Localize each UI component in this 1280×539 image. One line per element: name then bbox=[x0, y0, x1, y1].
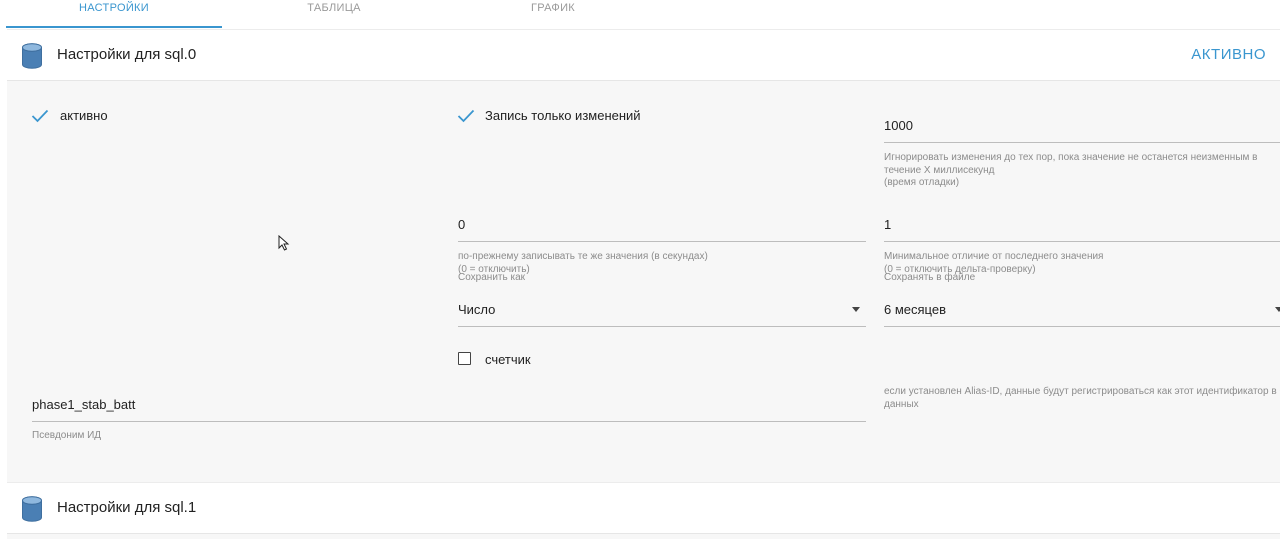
counter-checkbox[interactable] bbox=[458, 352, 471, 365]
storage-value: 6 месяцев bbox=[884, 302, 946, 317]
database-icon bbox=[22, 43, 42, 69]
retention-same-input[interactable]: 0 bbox=[458, 207, 866, 242]
checkmark-icon[interactable] bbox=[31, 109, 49, 123]
alias-label: Псевдоним ИД bbox=[32, 430, 102, 441]
tab-chart[interactable]: ГРАФИК bbox=[445, 0, 661, 26]
retention-same-value: 0 bbox=[458, 217, 466, 232]
debounce-input[interactable]: 1000 bbox=[884, 108, 1280, 143]
enabled-label[interactable]: активно bbox=[60, 108, 108, 123]
min-diff-input[interactable]: 1 bbox=[884, 207, 1280, 242]
tab-settings[interactable]: НАСТРОЙКИ bbox=[6, 0, 222, 28]
help-text: данных bbox=[884, 398, 919, 410]
settings-frame bbox=[7, 29, 1280, 539]
store-as-value: Число bbox=[458, 302, 496, 317]
help-text: Минимальное отличие от последнего значен… bbox=[884, 251, 1104, 262]
help-text: по-прежнему записывать те же значения (в… bbox=[458, 251, 708, 262]
changes-only-label[interactable]: Запись только изменений bbox=[485, 108, 641, 123]
tab-table[interactable]: ТАБЛИЦА bbox=[226, 0, 442, 26]
dropdown-arrow-icon bbox=[852, 307, 860, 312]
store-as-label: Сохранить как bbox=[458, 272, 526, 283]
panel-title: Настройки для sql.1 bbox=[57, 499, 197, 516]
alias-help: если установлен Alias-ID, данные будут р… bbox=[884, 386, 1280, 411]
help-text: если установлен Alias-ID, данные будут р… bbox=[884, 386, 1280, 397]
debounce-help: Игнорировать изменения до тех пор, пока … bbox=[884, 152, 1274, 190]
help-text: (время отладки) bbox=[884, 177, 960, 188]
counter-label[interactable]: счетчик bbox=[485, 352, 531, 367]
alias-value: phase1_stab_batt bbox=[32, 397, 136, 412]
debounce-value: 1000 bbox=[884, 118, 913, 133]
storage-label: Сохранять в файле bbox=[884, 272, 976, 283]
database-icon bbox=[22, 496, 42, 522]
panel-sql1-header[interactable]: Настройки для sql.1 bbox=[7, 482, 1280, 534]
min-diff-value: 1 bbox=[884, 217, 892, 232]
panel-title: Настройки для sql.0 bbox=[57, 46, 197, 63]
store-as-select[interactable]: Число bbox=[458, 292, 866, 327]
panel-sql0-header[interactable]: Настройки для sql.0 АКТИВНО bbox=[7, 29, 1280, 81]
status-active-link[interactable]: АКТИВНО bbox=[1191, 46, 1266, 63]
mouse-cursor-icon bbox=[278, 235, 290, 251]
dropdown-arrow-icon bbox=[1275, 307, 1280, 312]
alias-input[interactable]: phase1_stab_batt bbox=[32, 387, 866, 422]
checkmark-icon[interactable] bbox=[457, 109, 475, 123]
storage-select[interactable]: 6 месяцев bbox=[884, 292, 1280, 327]
help-text: Игнорировать изменения до тех пор, пока … bbox=[884, 152, 1258, 163]
tab-bar: НАСТРОЙКИ ТАБЛИЦА ГРАФИК bbox=[0, 0, 1280, 28]
help-text: течение X миллисекунд bbox=[884, 164, 995, 176]
